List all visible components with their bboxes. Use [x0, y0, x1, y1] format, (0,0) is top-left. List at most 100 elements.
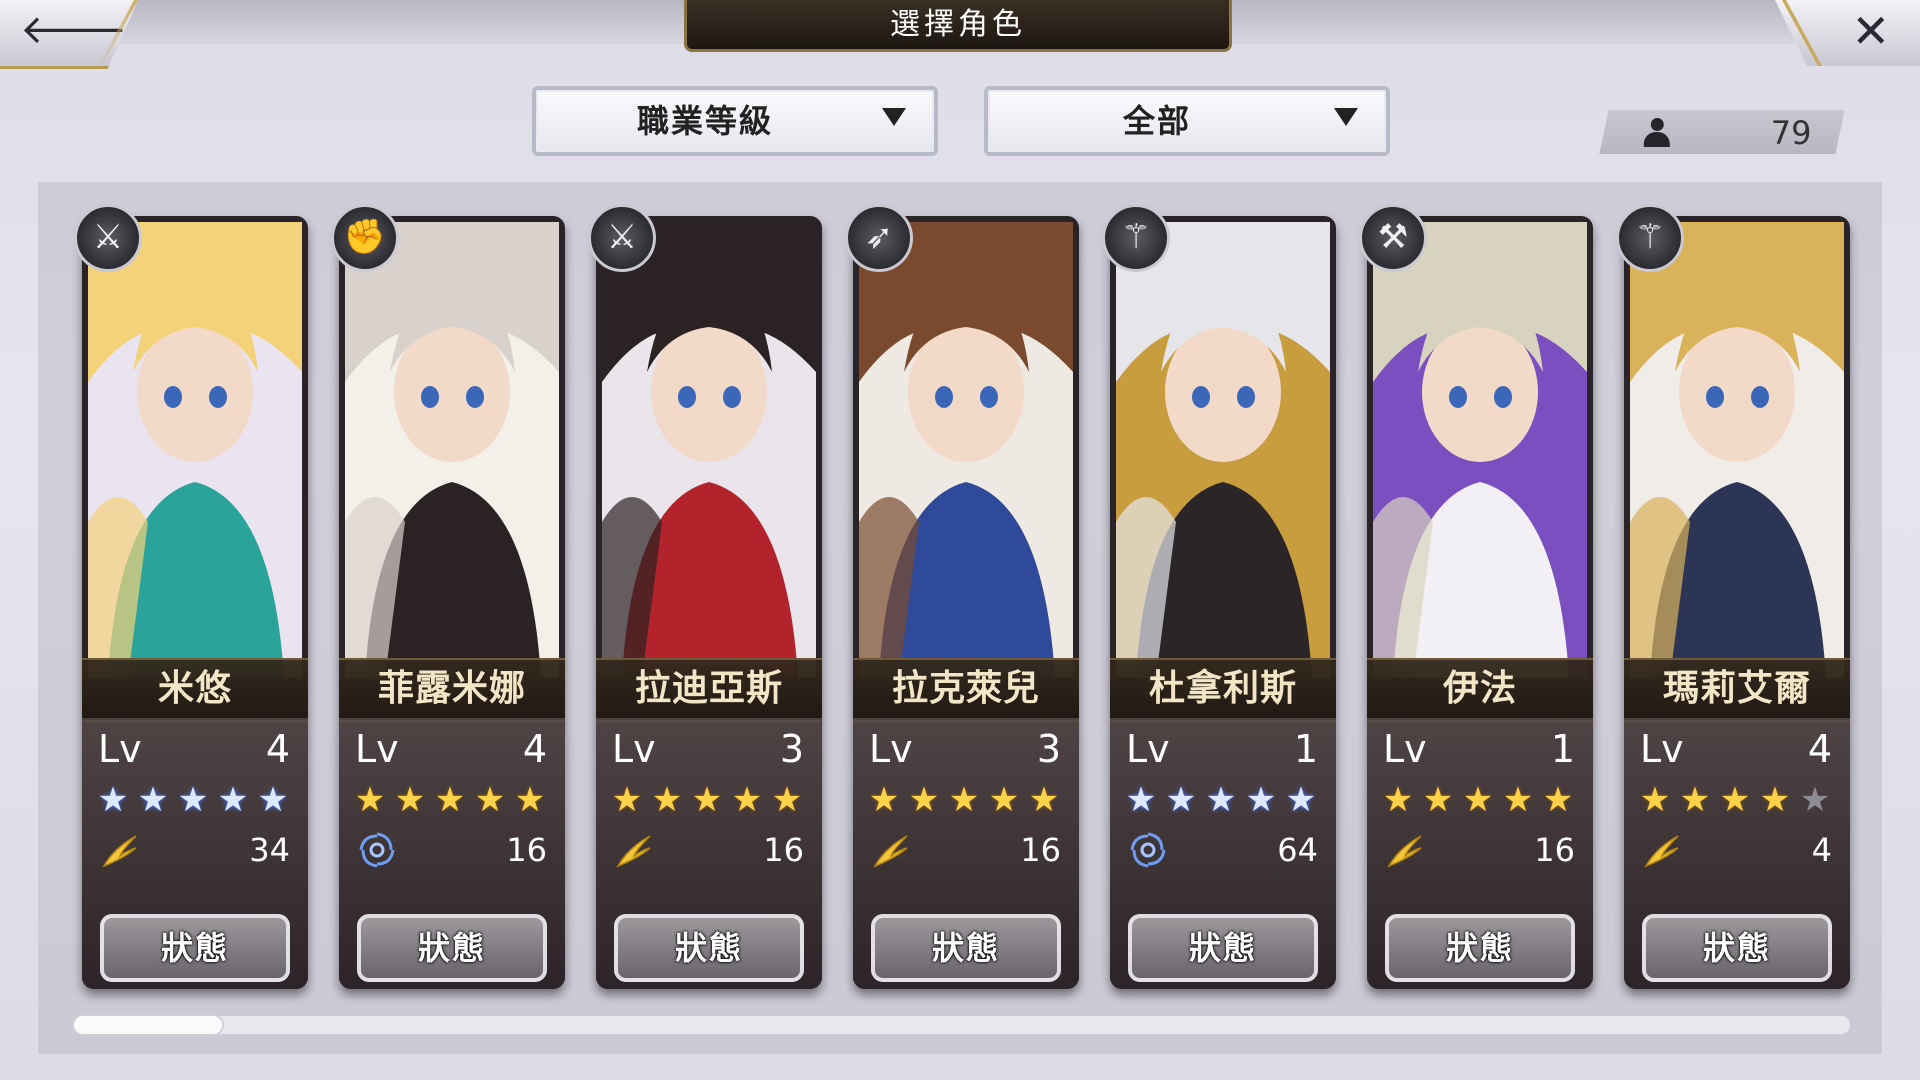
- cost-value: 16: [763, 831, 804, 869]
- party-count-box: 79: [1599, 110, 1845, 154]
- status-button[interactable]: 狀態: [100, 914, 290, 982]
- star-icon: ★: [177, 780, 209, 820]
- star-icon: ★: [1679, 780, 1711, 820]
- level-label: Lv: [612, 727, 656, 771]
- level-label: Lv: [1383, 727, 1427, 771]
- level-value: 4: [522, 727, 547, 771]
- character-info: Lv 3 ★ ★ ★ ★ ★ 16 狀態: [596, 718, 822, 989]
- status-button[interactable]: 狀態: [1642, 914, 1832, 982]
- character-name-bar: 拉克萊兒: [853, 658, 1079, 722]
- star-icon: ★: [1285, 780, 1317, 820]
- page-title: 選擇角色: [890, 7, 1026, 42]
- star-icon: ★: [1165, 780, 1197, 820]
- fist-icon: ✊: [331, 204, 399, 272]
- character-portrait[interactable]: [1116, 222, 1330, 678]
- character-card[interactable]: 拉克萊兒 Lv 3 ★ ★ ★ ★ ★ 16 狀態: [853, 216, 1079, 989]
- character-name-bar: 杜拿利斯: [1110, 658, 1336, 722]
- star-icon: ★: [514, 780, 546, 820]
- star-icon: ★: [1125, 780, 1157, 820]
- level-label: Lv: [869, 727, 913, 771]
- character-portrait[interactable]: [1373, 222, 1587, 678]
- star-icon: ★: [1028, 780, 1060, 820]
- status-button[interactable]: 狀態: [1128, 914, 1318, 982]
- level-label: Lv: [1126, 727, 1170, 771]
- star-icon: ★: [1422, 780, 1454, 820]
- cost-value: 34: [249, 831, 290, 869]
- character-name-bar: 菲露米娜: [339, 658, 565, 722]
- character-name-bar: 米悠: [82, 658, 308, 722]
- chevron-down-icon: [882, 108, 906, 126]
- sort-dropdown-value: 職業等級: [636, 102, 773, 140]
- character-name: 拉迪亞斯: [634, 668, 783, 709]
- star-icon: ★: [651, 780, 683, 820]
- close-button[interactable]: ✕: [1775, 0, 1920, 66]
- star-icon: ★: [611, 780, 643, 820]
- wind-icon: [1385, 830, 1425, 870]
- star-icon: ★: [1799, 780, 1831, 820]
- hammer-icon: ⚒: [1359, 204, 1427, 272]
- status-button-label: 狀態: [1188, 929, 1257, 967]
- character-portrait[interactable]: [859, 222, 1073, 678]
- star-icon: ★: [257, 780, 289, 820]
- person-icon: [1644, 118, 1670, 148]
- character-card[interactable]: 菲露米娜 Lv 4 ★ ★ ★ ★ ★ 16 狀態: [339, 216, 565, 989]
- character-card[interactable]: 瑪莉艾爾 Lv 4 ★ ★ ★ ★ ★ 4 狀態: [1624, 216, 1850, 989]
- character-name-bar: 拉迪亞斯: [596, 658, 822, 722]
- star-icon: ★: [1382, 780, 1414, 820]
- character-portrait[interactable]: [1630, 222, 1844, 678]
- bow-icon: ➶: [845, 204, 913, 272]
- character-card[interactable]: 拉迪亞斯 Lv 3 ★ ★ ★ ★ ★ 16 狀態: [596, 216, 822, 989]
- star-icon: ★: [1462, 780, 1494, 820]
- star-icon: ★: [988, 780, 1020, 820]
- star-rating: ★ ★ ★ ★ ★: [1636, 782, 1842, 818]
- status-button[interactable]: 狀態: [1385, 914, 1575, 982]
- cost-value: 16: [1020, 831, 1061, 869]
- star-icon: ★: [354, 780, 386, 820]
- star-icon: ★: [771, 780, 803, 820]
- character-name-bar: 瑪莉艾爾: [1624, 658, 1850, 722]
- cost-value: 4: [1811, 831, 1832, 869]
- scrollbar-thumb[interactable]: [72, 1014, 224, 1036]
- character-card[interactable]: 杜拿利斯 Lv 1 ★ ★ ★ ★ ★ 64 狀態: [1110, 216, 1336, 989]
- character-card[interactable]: 伊法 Lv 1 ★ ★ ★ ★ ★ 16 狀態: [1367, 216, 1593, 989]
- status-button-label: 狀態: [1702, 929, 1771, 967]
- character-info: Lv 1 ★ ★ ★ ★ ★ 64 狀態: [1110, 718, 1336, 989]
- character-portrait[interactable]: [345, 222, 559, 678]
- star-icon: ★: [868, 780, 900, 820]
- level-label: Lv: [355, 727, 399, 771]
- character-card[interactable]: 米悠 Lv 4 ★ ★ ★ ★ ★ 34 狀態: [82, 216, 308, 989]
- party-count: 79: [1771, 114, 1812, 152]
- status-button-label: 狀態: [674, 929, 743, 967]
- sort-dropdown[interactable]: 職業等級: [532, 86, 938, 156]
- star-rating: ★ ★ ★ ★ ★: [1379, 782, 1585, 818]
- level-value: 4: [265, 727, 290, 771]
- character-info: Lv 4 ★ ★ ★ ★ ★ 4 狀態: [1624, 718, 1850, 989]
- character-name: 拉克萊兒: [891, 668, 1040, 709]
- staff-icon: ⚚: [1102, 204, 1170, 272]
- character-info: Lv 4 ★ ★ ★ ★ ★ 16 狀態: [339, 718, 565, 989]
- status-button[interactable]: 狀態: [614, 914, 804, 982]
- status-button-label: 狀態: [931, 929, 1000, 967]
- level-value: 1: [1550, 727, 1575, 771]
- star-rating: ★ ★ ★ ★ ★: [608, 782, 814, 818]
- status-button[interactable]: 狀態: [357, 914, 547, 982]
- character-info: Lv 1 ★ ★ ★ ★ ★ 16 狀態: [1367, 718, 1593, 989]
- cost-value: 16: [1534, 831, 1575, 869]
- sword-icon: ⚔: [74, 204, 142, 272]
- category-dropdown[interactable]: 全部: [984, 86, 1390, 156]
- sword-icon: ⚔: [588, 204, 656, 272]
- wind-icon: [1642, 830, 1682, 870]
- star-icon: ★: [1542, 780, 1574, 820]
- star-icon: ★: [731, 780, 763, 820]
- scrollbar-track[interactable]: [72, 1016, 1850, 1034]
- status-button[interactable]: 狀態: [871, 914, 1061, 982]
- staff-icon: ⚚: [1616, 204, 1684, 272]
- character-portrait[interactable]: [602, 222, 816, 678]
- close-x-icon: ✕: [1851, 4, 1890, 58]
- star-icon: ★: [474, 780, 506, 820]
- status-button-label: 狀態: [417, 929, 486, 967]
- character-portrait[interactable]: [88, 222, 302, 678]
- swirl-icon: [1128, 830, 1168, 870]
- level-value: 1: [1293, 727, 1318, 771]
- star-icon: ★: [1205, 780, 1237, 820]
